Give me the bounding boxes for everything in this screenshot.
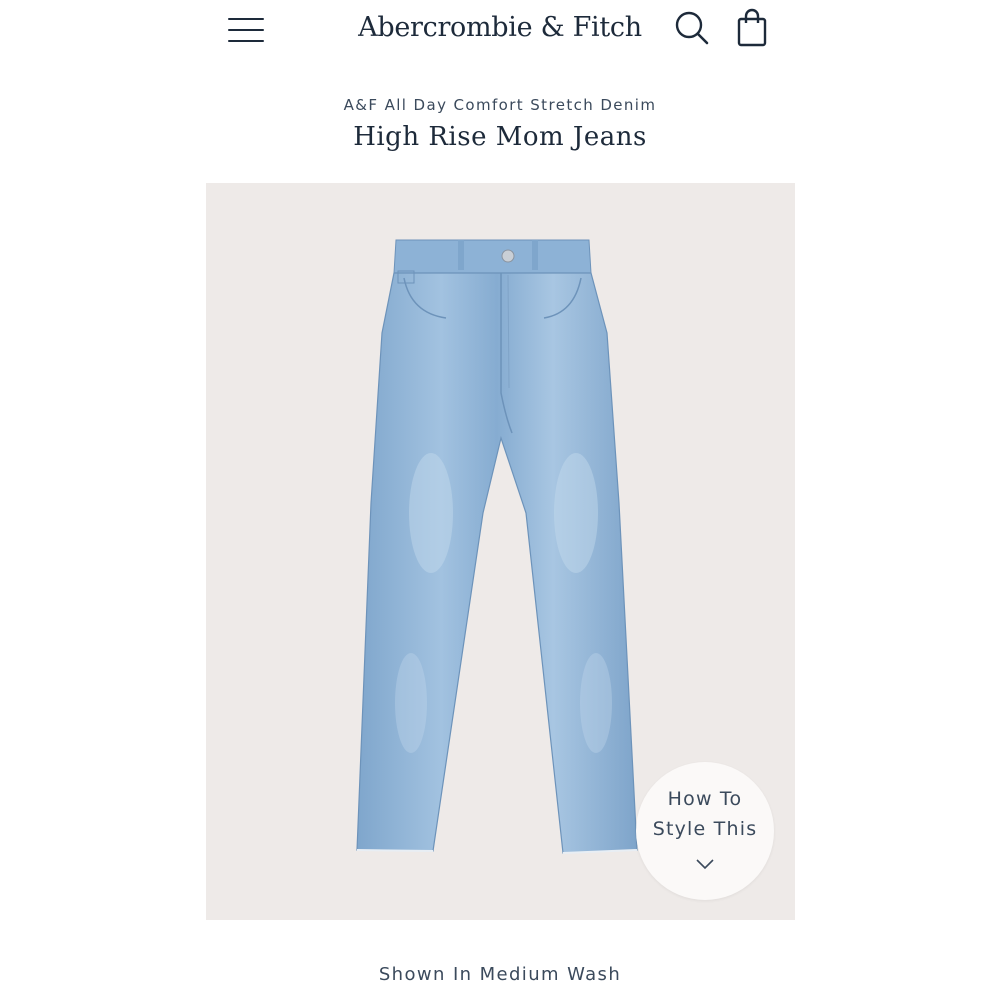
product-title: High Rise Mom Jeans (353, 122, 647, 152)
chevron-down-icon (696, 859, 714, 870)
style-button-label-line2: Style This (652, 818, 758, 840)
product-collection-label: A&F All Day Comfort Stretch Denim (343, 96, 657, 114)
top-navigation-bar: Abercrombie & Fitch (0, 0, 1000, 70)
how-to-style-this-button[interactable]: How To Style This (636, 762, 774, 900)
search-icon[interactable] (672, 8, 712, 50)
wash-caption: Shown In Medium Wash (378, 964, 622, 985)
brand-logo[interactable]: Abercrombie & Fitch (300, 12, 700, 43)
style-button-label-line1: How To (667, 788, 743, 810)
hamburger-menu-icon[interactable] (226, 12, 266, 46)
shopping-bag-icon[interactable] (732, 6, 772, 50)
